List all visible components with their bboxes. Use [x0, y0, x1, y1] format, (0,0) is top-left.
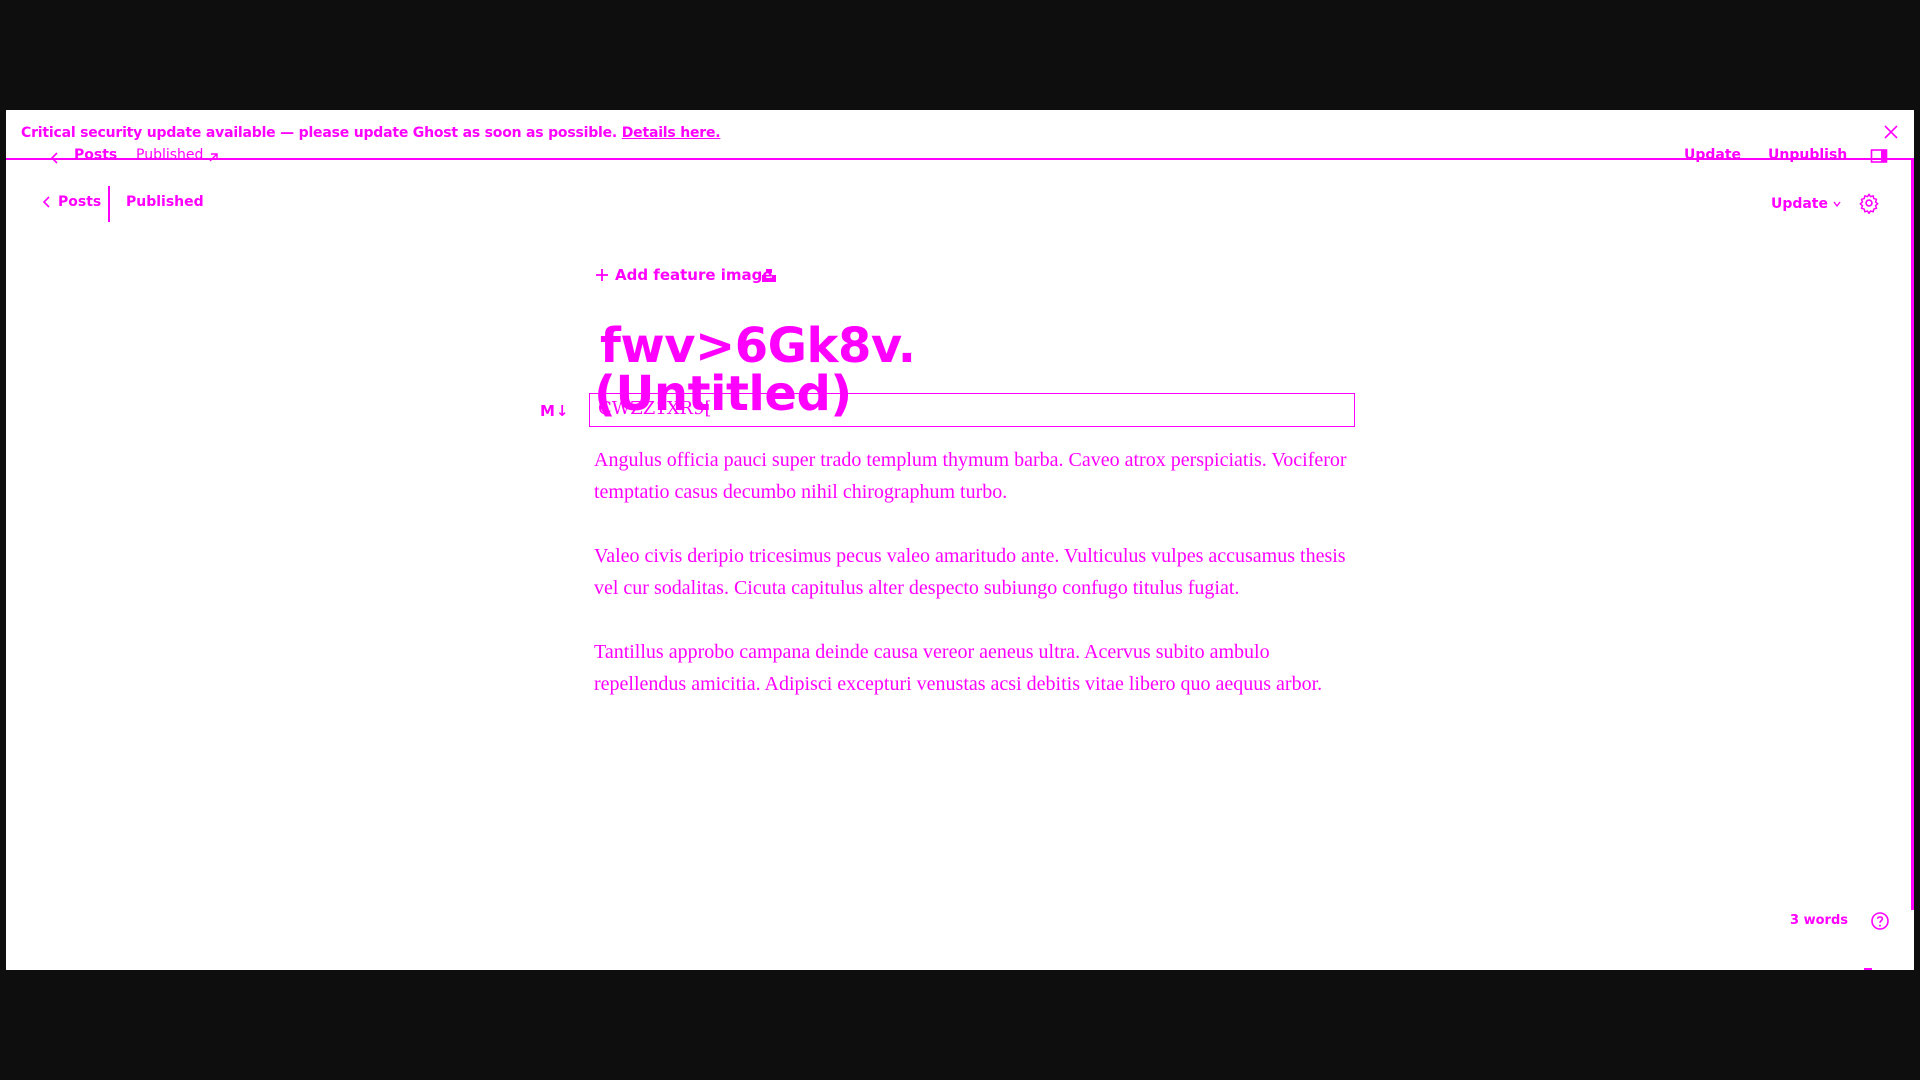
right-edge-bar — [1911, 160, 1914, 910]
unsplash-icon[interactable] — [761, 267, 777, 283]
editor-page: Critical security update available — ple… — [6, 110, 1914, 970]
post-status: Published — [126, 194, 204, 210]
sidebar-toggle-icon[interactable] — [1870, 148, 1888, 164]
update-dropdown-button[interactable]: Update — [1771, 196, 1842, 212]
post-body[interactable]: Angulus officia pauci super trado templu… — [594, 444, 1354, 732]
markdown-icon: M↓ — [540, 402, 570, 420]
word-count: 3 words — [1790, 913, 1848, 928]
update-label: Update — [1770, 196, 1828, 212]
footer-marker — [1864, 968, 1872, 970]
gear-icon[interactable] — [1858, 192, 1880, 214]
excerpt-input[interactable]: CWZZ1XR9[ — [589, 393, 1355, 427]
add-feature-image-button[interactable]: Add feature image — [595, 266, 773, 284]
body-paragraph: Valeo civis deripio tricesimus pecus val… — [594, 545, 1346, 599]
ghost-update-button[interactable]: Update — [1684, 147, 1741, 163]
ghost-unpublish-button[interactable]: Unpublish — [1768, 147, 1847, 163]
security-notification: Critical security update available — ple… — [21, 125, 721, 141]
notification-divider — [6, 158, 1914, 160]
notification-details-link[interactable]: Details here. — [622, 125, 721, 141]
back-to-posts-button[interactable]: Posts — [40, 194, 101, 210]
feature-image-label: Add feature image — [615, 266, 773, 284]
header-divider — [108, 186, 110, 222]
external-link-icon[interactable] — [207, 152, 219, 164]
chevron-left-icon — [50, 152, 58, 164]
plus-icon — [596, 269, 608, 281]
ghost-posts-label[interactable]: Posts — [74, 147, 117, 163]
chevron-down-icon — [1833, 201, 1841, 208]
body-paragraph: Tantillus approbo campana deinde causa v… — [594, 641, 1323, 695]
post-title[interactable]: fwv>6Gk8v. — [600, 322, 916, 370]
back-label: Posts — [58, 194, 102, 210]
notification-message: Critical security update available — ple… — [21, 125, 618, 141]
ghost-status-label: Published — [136, 147, 204, 163]
chevron-left-icon — [42, 196, 50, 208]
close-icon[interactable] — [1882, 123, 1900, 141]
body-paragraph: Angulus officia pauci super trado templu… — [594, 449, 1347, 503]
help-icon[interactable] — [1870, 911, 1890, 931]
